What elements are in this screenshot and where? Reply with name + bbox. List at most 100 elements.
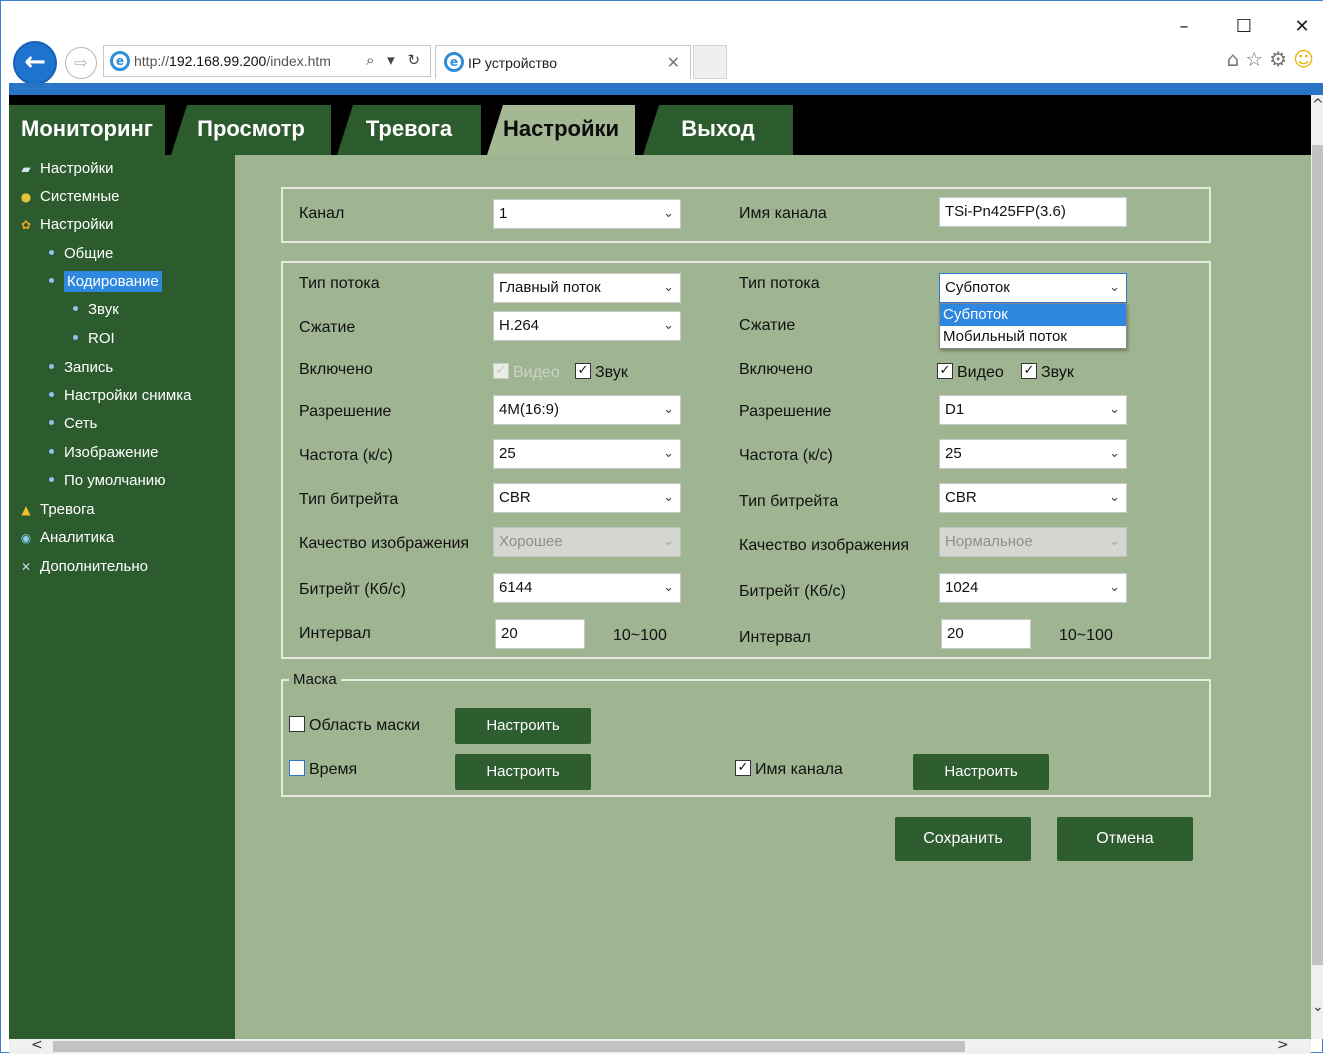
main-fps-select[interactable]: 25 ⌄ (493, 439, 681, 469)
sub-quality-value: Нормальное (945, 533, 1033, 550)
sidebar-item-audio[interactable]: Звук (73, 298, 119, 322)
channel-name-label: Имя канала (739, 205, 827, 222)
smiley-icon[interactable]: ☺ (1293, 47, 1320, 71)
sub-resolution-label: Разрешение (739, 403, 832, 420)
horizontal-scroll-thumb[interactable] (53, 1041, 965, 1052)
time-configure-button[interactable]: Настроить (455, 754, 591, 790)
sub-bitrate-label: Битрейт (Кб/с) (739, 583, 846, 600)
top-navigation: Мониторинг Просмотр Тревога Настройки Вы… (9, 95, 1311, 155)
main-stream-type-select[interactable]: Главный поток ⌄ (493, 273, 681, 303)
sub-resolution-select[interactable]: D1 ⌄ (939, 395, 1127, 425)
main-interval-input[interactable]: 20 (495, 619, 585, 649)
tab-close-icon[interactable]: ✕ (667, 53, 680, 72)
search-refresh-icons[interactable]: ⌕ ▾ ↻ (366, 51, 424, 69)
close-window-button[interactable]: ✕ (1287, 15, 1317, 39)
horizontal-scrollbar[interactable]: < > (9, 1037, 1311, 1054)
tab-title: IP устройство (468, 55, 557, 71)
chevron-down-icon: ⌄ (663, 534, 674, 549)
dropdown-option-substream[interactable]: Субпоток (940, 304, 1126, 326)
minimize-button[interactable]: – (1169, 15, 1199, 39)
sidebar-item-roi[interactable]: ROI (73, 327, 115, 351)
time-checkbox[interactable]: Время (289, 759, 357, 780)
sub-interval-range: 10~100 (1059, 627, 1113, 644)
home-icon[interactable]: ⌂ (1227, 47, 1246, 71)
sub-audio-checkbox[interactable]: ✓ Звук (1021, 362, 1074, 383)
arrow-left-icon: ← (24, 47, 46, 77)
gear-icon[interactable]: ⚙ (1269, 47, 1293, 71)
app-root: Мониторинг Просмотр Тревога Настройки Вы… (9, 95, 1311, 1039)
sidebar-item-general[interactable]: Общие (49, 242, 113, 266)
main-resolution-value: 4M(16:9) (499, 401, 560, 418)
sub-quality-label: Качество изображения (739, 537, 910, 554)
main-bitrate-select[interactable]: 6144 ⌄ (493, 573, 681, 603)
maximize-button[interactable]: ☐ (1229, 15, 1259, 39)
sidebar-item-settings[interactable]: ✿ Настройки (19, 213, 114, 237)
vertical-scrollbar[interactable]: ^ ⌄ (1311, 95, 1323, 1039)
url-path: /index.htm (266, 53, 331, 69)
main-audio-checkbox[interactable]: ✓ Звук (575, 362, 628, 383)
tab-view[interactable]: Просмотр (171, 105, 331, 155)
sidebar-item-image[interactable]: Изображение (49, 441, 159, 465)
sub-fps-select[interactable]: 25 ⌄ (939, 439, 1127, 469)
main-compression-select[interactable]: H.264 ⌄ (493, 311, 681, 341)
star-icon[interactable]: ☆ (1245, 47, 1269, 71)
main-quality-label: Качество изображения (299, 535, 470, 552)
main-video-checkbox[interactable]: ✓ Видео (493, 362, 560, 383)
channel-select[interactable]: 1 ⌄ (493, 199, 681, 229)
vertical-scroll-thumb[interactable] (1312, 145, 1323, 965)
sidebar-item-settings-root[interactable]: ▰ Настройки (19, 157, 113, 181)
sidebar-item-default[interactable]: По умолчанию (49, 469, 165, 493)
tab-alarm[interactable]: Тревога (337, 105, 481, 155)
dropdown-option-mobile-stream[interactable]: Мобильный поток (940, 326, 1126, 348)
main-resolution-label: Разрешение (299, 403, 392, 420)
chevron-down-icon[interactable]: ⌄ (1312, 999, 1323, 1015)
back-button[interactable]: ← (13, 41, 57, 85)
forward-button[interactable]: ⇨ (65, 47, 97, 79)
main-bitrate-type-select[interactable]: CBR ⌄ (493, 483, 681, 513)
url-prefix: http:// (134, 53, 170, 69)
mask-area-checkbox[interactable]: Область маски (289, 715, 420, 736)
sub-bitrate-type-select[interactable]: CBR ⌄ (939, 483, 1127, 513)
ie-logo-icon: e (110, 51, 130, 71)
sidebar-item-analytics[interactable]: ◉ Аналитика (19, 526, 115, 550)
tab-monitoring[interactable]: Мониторинг (9, 105, 165, 155)
sub-stream-type-select[interactable]: Субпоток ⌄ (939, 273, 1127, 303)
main-interval-range: 10~100 (613, 627, 667, 644)
save-button[interactable]: Сохранить (895, 817, 1031, 861)
chevron-down-icon: ⌄ (1109, 580, 1120, 595)
sidebar-item-system[interactable]: ● Системные (19, 185, 120, 209)
sidebar-item-snapshot[interactable]: Настройки снимка (49, 384, 191, 408)
chevron-right-icon[interactable]: > (1277, 1037, 1289, 1053)
address-bar[interactable]: e http://192.168.99.200/index.htm ⌕ ▾ ↻ (103, 45, 431, 77)
bullet-icon (73, 305, 78, 311)
tab-settings[interactable]: Настройки (487, 105, 635, 155)
tab-exit[interactable]: Выход (643, 105, 793, 155)
chevron-up-icon[interactable]: ^ (1312, 97, 1323, 113)
sidebar-item-advanced[interactable]: ✕ Дополнительно (19, 555, 148, 579)
chevron-down-icon: ⌄ (1109, 446, 1120, 461)
checkmark-icon: ✓ (493, 362, 509, 379)
sidebar-item-record[interactable]: Запись (49, 356, 113, 380)
channel-name-input[interactable]: TSi-Pn425FP(3.6) (939, 197, 1127, 227)
main-interval-label: Интервал (299, 625, 371, 642)
cancel-button[interactable]: Отмена (1057, 817, 1193, 861)
main-resolution-select[interactable]: 4M(16:9) ⌄ (493, 395, 681, 425)
channel-name-checkbox[interactable]: ✓ Имя канала (735, 759, 843, 780)
sidebar-item-encoding[interactable]: Кодирование (49, 270, 162, 294)
main-fps-label: Частота (к/с) (299, 447, 393, 464)
mask-area-configure-button[interactable]: Настроить (455, 708, 591, 744)
channel-name-configure-button[interactable]: Настроить (913, 754, 1049, 790)
sidebar-item-alarm[interactable]: ▲ Тревога (19, 498, 94, 522)
url-text[interactable]: http://192.168.99.200/index.htm (134, 53, 331, 69)
new-tab-button[interactable] (693, 45, 727, 79)
sub-video-checkbox[interactable]: ✓ Видео (937, 362, 1004, 383)
main-compression-value: H.264 (499, 317, 540, 334)
browser-tab[interactable]: e IP устройство ✕ (435, 45, 691, 79)
sub-bitrate-select[interactable]: 1024 ⌄ (939, 573, 1127, 603)
main-audio-label: Звук (595, 364, 628, 381)
sidebar-item-network[interactable]: Сеть (49, 412, 97, 436)
sub-interval-input[interactable]: 20 (941, 619, 1031, 649)
bullet-icon (49, 277, 54, 283)
chevron-left-icon[interactable]: < (31, 1037, 43, 1053)
main-quality-select: Хорошее ⌄ (493, 527, 681, 557)
